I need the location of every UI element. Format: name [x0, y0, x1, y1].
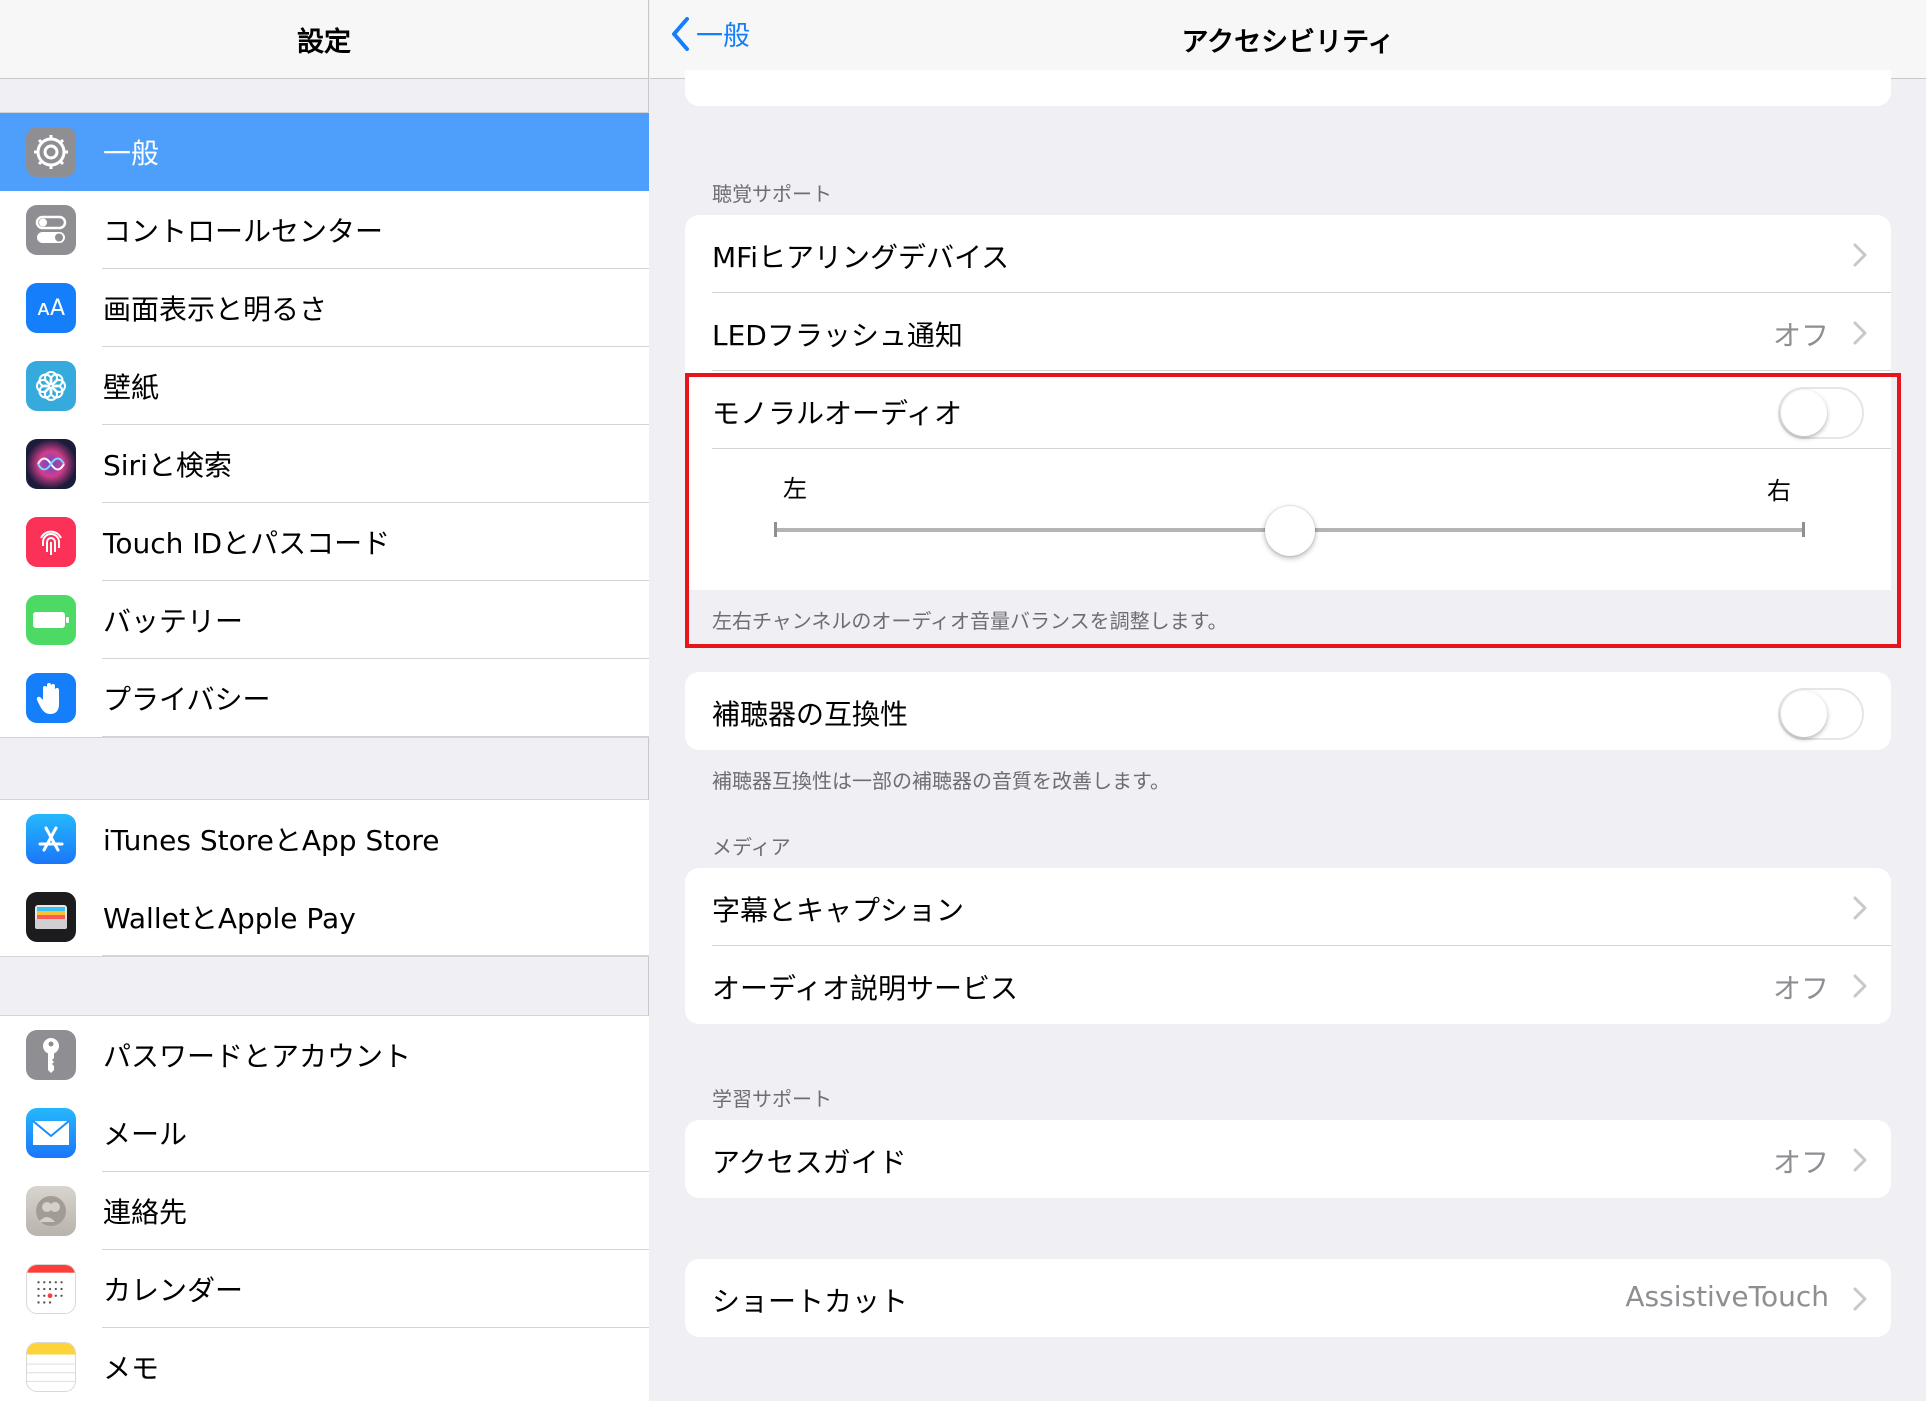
sidebar-item-mail[interactable]: メール [0, 1094, 649, 1172]
row-value: オフ [1772, 972, 1829, 1005]
hearing-aid-compat-toggle[interactable] [1778, 688, 1864, 740]
divider [102, 955, 649, 956]
detail-pane: 一般 アクセシビリティ 聴覚サポート MFiヒアリングデバイス LEDフラッシュ… [650, 0, 1926, 1401]
app-store-icon [26, 814, 76, 864]
sidebar-group-3: パスワードとアカウント メール 連絡先 カレンダー メモ [0, 1015, 649, 1401]
sidebar-item-label: WalletとApple Pay [103, 902, 356, 935]
sidebar-item-siri[interactable]: Siriと検索 [0, 425, 649, 503]
calendar-icon [26, 1264, 76, 1314]
sidebar-item-label: カレンダー [103, 1274, 244, 1307]
chevron-right-icon [1853, 1148, 1867, 1172]
chevron-right-icon [1853, 321, 1867, 345]
chevron-right-icon [1853, 896, 1867, 920]
audio-description-row[interactable]: オーディオ説明サービス オフ [685, 946, 1891, 1024]
sidebar-item-touch-id[interactable]: Touch IDとパスコード [0, 503, 649, 581]
row-label: LEDフラッシュ通知 [712, 319, 963, 352]
sidebar-navbar: 設定 [0, 0, 648, 79]
sidebar-item-label: 連絡先 [103, 1196, 188, 1229]
hearing-aid-compat-row: 補聴器の互換性 [685, 672, 1891, 750]
hand-icon [26, 673, 76, 723]
sidebar-item-passwords[interactable]: パスワードとアカウント [0, 1016, 649, 1094]
section-header-media: メディア [712, 835, 791, 859]
page-title: アクセシビリティ [1181, 27, 1395, 58]
fingerprint-icon [26, 517, 76, 567]
sidebar-item-label: iTunes StoreとApp Store [103, 824, 440, 857]
sidebar-item-general[interactable]: 一般 [0, 113, 649, 191]
sidebar-item-label: 画面表示と明るさ [103, 293, 328, 326]
mail-icon [26, 1108, 76, 1158]
row-label: 補聴器の互換性 [712, 698, 909, 731]
sidebar-group-1: 一般 コントロールセンター ᴀA 画面表示と明るさ 壁紙 Siriと検索 Tou… [0, 112, 649, 738]
sidebar-item-label: Touch IDとパスコード [103, 527, 391, 560]
notes-icon [26, 1342, 76, 1392]
toggle-knob [1781, 691, 1827, 737]
row-label: アクセスガイド [712, 1146, 907, 1179]
hearing-aid-card: 補聴器の互換性 [685, 672, 1891, 750]
gear-icon [26, 127, 76, 177]
sidebar-item-wallet[interactable]: WalletとApple Pay [0, 878, 649, 956]
accessibility-shortcut-row[interactable]: ショートカット AssistiveTouch [685, 1259, 1891, 1337]
chevron-right-icon [1853, 1287, 1867, 1311]
flower-icon [26, 361, 76, 411]
sidebar-item-label: 一般 [103, 137, 160, 170]
sidebar-item-label: メモ [103, 1352, 160, 1385]
text-size-icon: ᴀA [26, 283, 76, 333]
sidebar-item-privacy[interactable]: プライバシー [0, 659, 649, 737]
sidebar-item-battery[interactable]: バッテリー [0, 581, 649, 659]
mfi-hearing-devices-row[interactable]: MFiヒアリングデバイス [685, 215, 1891, 293]
previous-section-card [685, 70, 1891, 106]
row-value: オフ [1772, 1146, 1829, 1179]
sidebar-item-control-center[interactable]: コントロールセンター [0, 191, 649, 269]
sidebar-item-contacts[interactable]: 連絡先 [0, 1172, 649, 1250]
hearing-aid-footer: 補聴器互換性は一部の補聴器の音質を改善します。 [712, 769, 1170, 793]
sidebar-item-display[interactable]: ᴀA 画面表示と明るさ [0, 269, 649, 347]
highlight-box [685, 373, 1901, 648]
row-label: ショートカット [712, 1285, 909, 1318]
row-value: オフ [1772, 319, 1829, 352]
sidebar-group-2: iTunes StoreとApp Store WalletとApple Pay [0, 799, 649, 957]
switches-icon [26, 205, 76, 255]
sidebar-title: 設定 [297, 26, 351, 58]
learning-card: アクセスガイド オフ [685, 1120, 1891, 1198]
section-header-learning: 学習サポート [712, 1087, 832, 1111]
guided-access-row[interactable]: アクセスガイド オフ [685, 1120, 1891, 1198]
sidebar-item-label: Siriと検索 [103, 449, 232, 482]
sidebar-item-label: メール [103, 1118, 188, 1151]
row-label: MFiヒアリングデバイス [712, 241, 1010, 274]
sidebar-item-label: コントロールセンター [103, 215, 384, 248]
sidebar-item-label: 壁紙 [103, 371, 160, 404]
sidebar-item-wallpaper[interactable]: 壁紙 [0, 347, 649, 425]
row-label: オーディオ説明サービス [712, 972, 1019, 1005]
siri-icon [26, 439, 76, 489]
media-card: 字幕とキャプション オーディオ説明サービス オフ [685, 868, 1891, 1024]
captions-row[interactable]: 字幕とキャプション [685, 868, 1891, 946]
sidebar-item-label: バッテリー [103, 605, 244, 638]
row-label: 字幕とキャプション [712, 894, 965, 927]
section-header-hearing: 聴覚サポート [712, 182, 832, 206]
key-icon [26, 1030, 76, 1080]
wallet-icon [26, 892, 76, 942]
shortcut-card: ショートカット AssistiveTouch [685, 1259, 1891, 1337]
chevron-right-icon [1853, 243, 1867, 267]
led-flash-row[interactable]: LEDフラッシュ通知 オフ [685, 293, 1891, 371]
battery-icon [26, 595, 76, 645]
detail-navbar: 一般 アクセシビリティ [650, 0, 1926, 79]
contacts-icon [26, 1186, 76, 1236]
divider [102, 736, 649, 737]
sidebar-item-notes[interactable]: メモ [0, 1328, 649, 1401]
sidebar: 設定 一般 コントロールセンター ᴀA 画面表示と明るさ 壁紙 Siriと検索 … [0, 0, 649, 1401]
sidebar-item-app-store[interactable]: iTunes StoreとApp Store [0, 800, 649, 878]
sidebar-item-label: プライバシー [103, 683, 271, 716]
chevron-right-icon [1853, 974, 1867, 998]
sidebar-item-calendar[interactable]: カレンダー [0, 1250, 649, 1328]
sidebar-item-label: パスワードとアカウント [103, 1040, 412, 1073]
row-value: AssistiveTouch [1625, 1280, 1829, 1313]
